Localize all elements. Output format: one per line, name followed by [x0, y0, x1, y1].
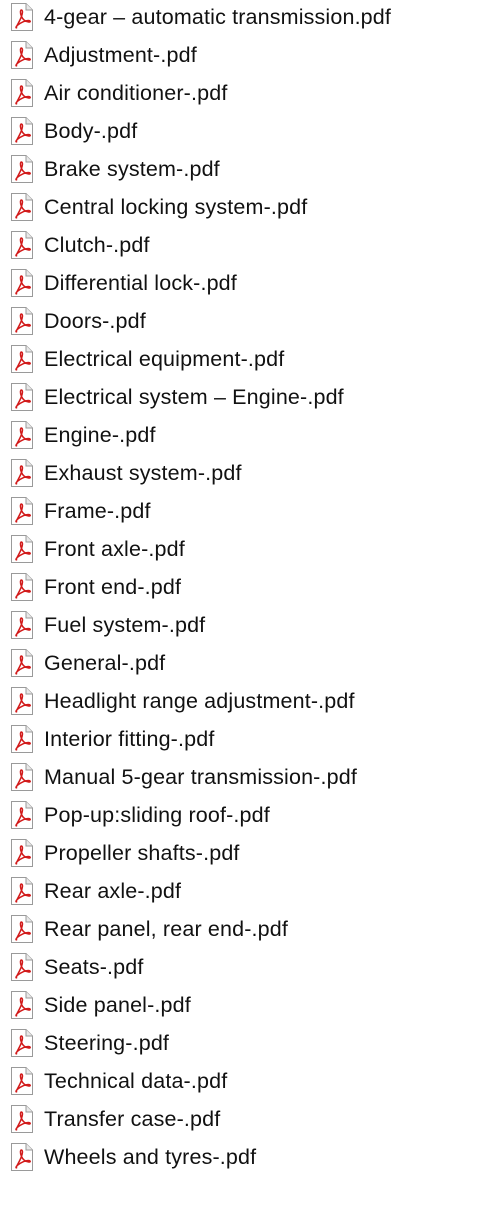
file-list-item[interactable]: Air conditioner-.pdf: [0, 76, 490, 110]
pdf-file-icon: [11, 801, 33, 829]
file-list-item[interactable]: Seats-.pdf: [0, 950, 490, 984]
pdf-file-icon: [11, 877, 33, 905]
file-list-item[interactable]: Adjustment-.pdf: [0, 38, 490, 72]
file-list-item[interactable]: Transfer case-.pdf: [0, 1102, 490, 1136]
file-name-label: Transfer case-.pdf: [44, 1107, 221, 1131]
file-list: 4-gear – automatic transmission.pdf Adju…: [0, 0, 490, 1206]
pdf-file-icon: [11, 953, 33, 981]
file-list-item[interactable]: Engine-.pdf: [0, 418, 490, 452]
file-list-item[interactable]: Steering-.pdf: [0, 1026, 490, 1060]
pdf-file-icon: [11, 79, 33, 107]
file-name-label: Clutch-.pdf: [44, 233, 150, 257]
file-name-label: Front end-.pdf: [44, 575, 182, 599]
file-list-item[interactable]: Electrical system – Engine-.pdf: [0, 380, 490, 414]
file-list-item[interactable]: General-.pdf: [0, 646, 490, 680]
pdf-file-icon: [11, 3, 33, 31]
file-name-label: Rear panel, rear end-.pdf: [44, 917, 288, 941]
file-name-label: Pop-up:sliding roof-.pdf: [44, 803, 270, 827]
file-list-item[interactable]: Exhaust system-.pdf: [0, 456, 490, 490]
file-name-label: General-.pdf: [44, 651, 166, 675]
file-list-item[interactable]: Manual 5-gear transmission-.pdf: [0, 760, 490, 794]
file-list-item[interactable]: Frame-.pdf: [0, 494, 490, 528]
pdf-file-icon: [11, 155, 33, 183]
pdf-file-icon: [11, 497, 33, 525]
file-name-label: Rear axle-.pdf: [44, 879, 182, 903]
pdf-file-icon: [11, 915, 33, 943]
file-name-label: Technical data-.pdf: [44, 1069, 228, 1093]
file-list-item[interactable]: Rear panel, rear end-.pdf: [0, 912, 490, 946]
file-list-item[interactable]: Differential lock-.pdf: [0, 266, 490, 300]
file-list-item[interactable]: Pop-up:sliding roof-.pdf: [0, 798, 490, 832]
file-list-item[interactable]: Interior fitting-.pdf: [0, 722, 490, 756]
file-list-item[interactable]: Body-.pdf: [0, 114, 490, 148]
pdf-file-icon: [11, 1105, 33, 1133]
file-list-item[interactable]: Clutch-.pdf: [0, 228, 490, 262]
file-list-item[interactable]: Rear axle-.pdf: [0, 874, 490, 908]
pdf-file-icon: [11, 307, 33, 335]
pdf-file-icon: [11, 573, 33, 601]
pdf-file-icon: [11, 231, 33, 259]
file-list-item[interactable]: Wheels and tyres-.pdf: [0, 1140, 490, 1174]
pdf-file-icon: [11, 269, 33, 297]
file-name-label: Engine-.pdf: [44, 423, 156, 447]
pdf-file-icon: [11, 611, 33, 639]
file-name-label: 4-gear – automatic transmission.pdf: [44, 5, 392, 29]
file-list-item[interactable]: 4-gear – automatic transmission.pdf: [0, 0, 490, 34]
pdf-file-icon: [11, 535, 33, 563]
pdf-file-icon: [11, 991, 33, 1019]
pdf-file-icon: [11, 1067, 33, 1095]
pdf-file-icon: [11, 193, 33, 221]
pdf-file-icon: [11, 459, 33, 487]
pdf-file-icon: [11, 839, 33, 867]
file-list-item[interactable]: Propeller shafts-.pdf: [0, 836, 490, 870]
file-name-label: Central locking system-.pdf: [44, 195, 308, 219]
file-list-item[interactable]: Doors-.pdf: [0, 304, 490, 338]
file-name-label: Fuel system-.pdf: [44, 613, 206, 637]
file-name-label: Manual 5-gear transmission-.pdf: [44, 765, 357, 789]
file-name-label: Exhaust system-.pdf: [44, 461, 242, 485]
file-list-item[interactable]: Fuel system-.pdf: [0, 608, 490, 642]
file-name-label: Electrical system – Engine-.pdf: [44, 385, 344, 409]
file-name-label: Adjustment-.pdf: [44, 43, 197, 67]
pdf-file-icon: [11, 117, 33, 145]
file-name-label: Side panel-.pdf: [44, 993, 191, 1017]
file-list-item[interactable]: Side panel-.pdf: [0, 988, 490, 1022]
file-list-item[interactable]: Front axle-.pdf: [0, 532, 490, 566]
file-name-label: Headlight range adjustment-.pdf: [44, 689, 355, 713]
file-name-label: Propeller shafts-.pdf: [44, 841, 240, 865]
file-name-label: Frame-.pdf: [44, 499, 151, 523]
pdf-file-icon: [11, 1143, 33, 1171]
file-name-label: Brake system-.pdf: [44, 157, 220, 181]
file-list-item[interactable]: Central locking system-.pdf: [0, 190, 490, 224]
file-name-label: Steering-.pdf: [44, 1031, 170, 1055]
file-name-label: Doors-.pdf: [44, 309, 146, 333]
file-name-label: Interior fitting-.pdf: [44, 727, 215, 751]
pdf-file-icon: [11, 41, 33, 69]
pdf-file-icon: [11, 421, 33, 449]
file-list-item[interactable]: Technical data-.pdf: [0, 1064, 490, 1098]
pdf-file-icon: [11, 345, 33, 373]
file-name-label: Wheels and tyres-.pdf: [44, 1145, 257, 1169]
file-list-item[interactable]: Brake system-.pdf: [0, 152, 490, 186]
file-list-item[interactable]: Front end-.pdf: [0, 570, 490, 604]
file-name-label: Air conditioner-.pdf: [44, 81, 228, 105]
file-name-label: Front axle-.pdf: [44, 537, 185, 561]
pdf-file-icon: [11, 725, 33, 753]
file-name-label: Body-.pdf: [44, 119, 138, 143]
file-name-label: Seats-.pdf: [44, 955, 144, 979]
pdf-file-icon: [11, 1029, 33, 1057]
pdf-file-icon: [11, 649, 33, 677]
file-list-item[interactable]: Headlight range adjustment-.pdf: [0, 684, 490, 718]
pdf-file-icon: [11, 687, 33, 715]
file-name-label: Differential lock-.pdf: [44, 271, 237, 295]
pdf-file-icon: [11, 763, 33, 791]
pdf-file-icon: [11, 383, 33, 411]
file-list-item[interactable]: Electrical equipment-.pdf: [0, 342, 490, 376]
file-name-label: Electrical equipment-.pdf: [44, 347, 285, 371]
